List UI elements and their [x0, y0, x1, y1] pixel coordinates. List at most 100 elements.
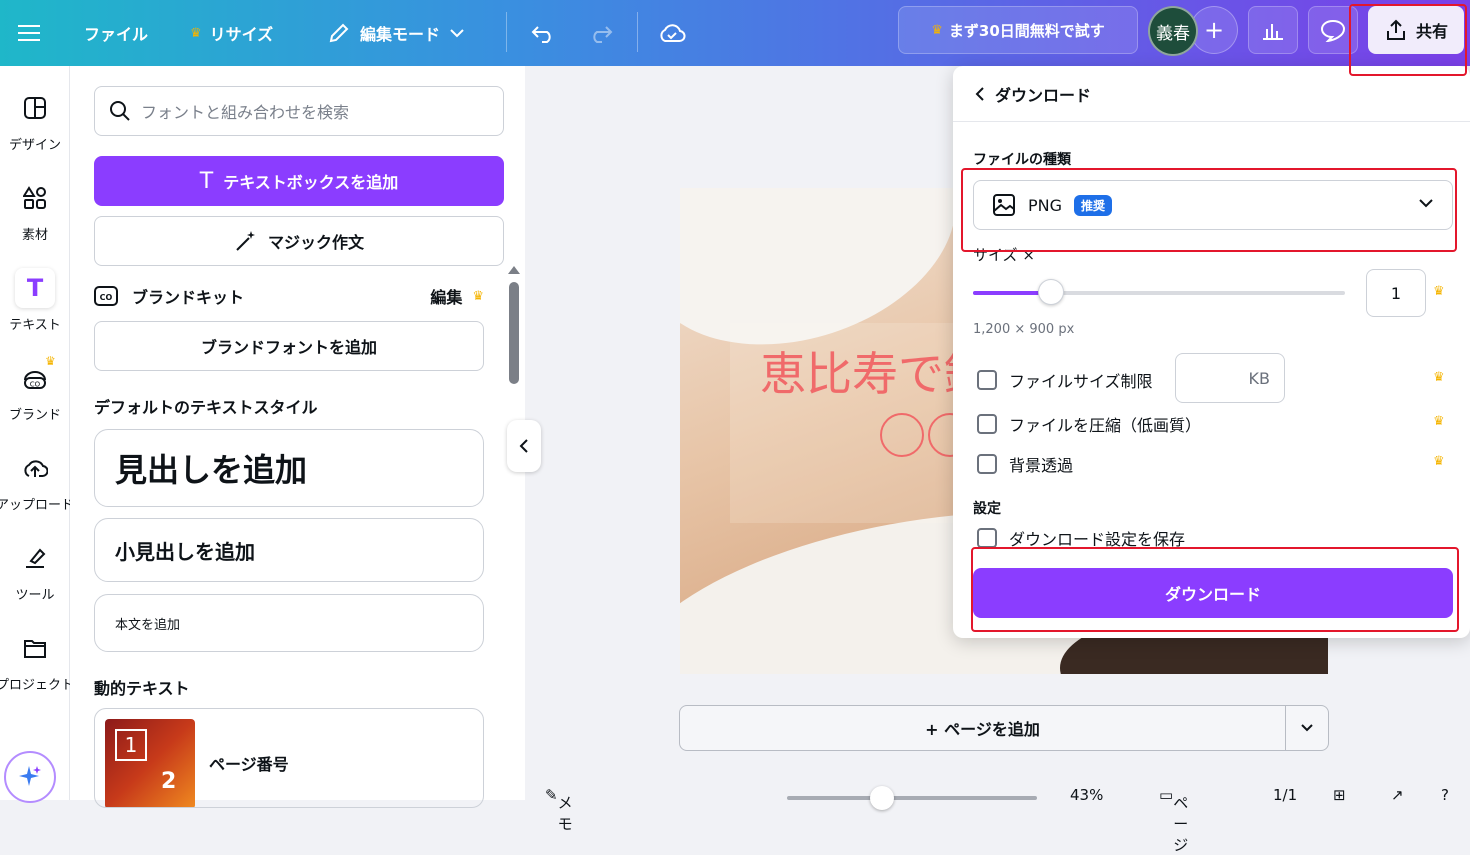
rail-item-elements[interactable]: 素材: [0, 178, 70, 243]
file-size-limit-option[interactable]: ファイルサイズ制限: [977, 368, 1153, 392]
help-icon[interactable]: ?: [1441, 786, 1449, 804]
size-slider-thumb[interactable]: [1038, 279, 1065, 305]
file-type-label: ファイルの種類: [973, 152, 1071, 168]
zoom-slider[interactable]: [787, 796, 1037, 800]
page-number-card[interactable]: 1 2 ページ番号: [94, 708, 484, 808]
dynamic-text-title: 動的テキスト: [94, 679, 190, 698]
brand-kit-icon: CO: [94, 286, 118, 306]
bar-chart-icon: [1263, 24, 1283, 40]
scroll-up-arrow[interactable]: [508, 266, 520, 274]
comments-button[interactable]: [1308, 6, 1358, 54]
size-slider[interactable]: [973, 291, 1345, 295]
magic-write-button[interactable]: マジック作文: [94, 216, 504, 266]
crown-icon: ♛: [1433, 370, 1445, 385]
add-page-button[interactable]: + ページを追加: [680, 706, 1286, 750]
rail-item-text[interactable]: T テキスト: [0, 268, 70, 333]
download-popover: ダウンロード ファイルの種類 PNG 推奨 サイズ × 1 ♛ 1,200 × …: [953, 66, 1470, 638]
crown-icon: ♛: [1433, 414, 1445, 429]
free-trial-button[interactable]: ♛ まず30日間無料で試す: [898, 6, 1138, 54]
text-t-icon: T: [199, 168, 214, 194]
rail-item-tools[interactable]: ツール: [0, 538, 70, 603]
footer-bar: ✎ メモ 43% ▭ ページ 1/1 ⊞ ↗ ?: [525, 780, 1470, 854]
grid-view-icon[interactable]: ⊞: [1333, 786, 1346, 804]
recommended-badge: 推奨: [1074, 194, 1113, 216]
add-heading-button[interactable]: 見出しを追加: [94, 429, 484, 507]
panel-scrollbar[interactable]: [509, 282, 519, 384]
add-page-bar: + ページを追加: [679, 705, 1329, 751]
file-size-limit-input[interactable]: KB: [1175, 353, 1285, 403]
default-styles-title: デフォルトのテキストスタイル: [94, 398, 318, 417]
brand-kit-row: CO ブランドキット 編集 ♛: [94, 284, 484, 308]
compress-checkbox[interactable]: [977, 414, 997, 434]
brand-edit-link[interactable]: 編集: [430, 284, 462, 308]
page-number-thumbnail: 1 2: [105, 719, 195, 807]
file-size-limit-checkbox[interactable]: [977, 370, 997, 390]
chevron-left-icon: [975, 86, 984, 101]
download-button[interactable]: ダウンロード: [973, 568, 1453, 618]
svg-text:CO: CO: [30, 381, 41, 389]
menu-icon[interactable]: [18, 0, 40, 66]
top-bar: ファイル ♛ リサイズ 編集モード ♛ まず30日間無料で試す + 義春 共有: [0, 0, 1470, 66]
size-label: サイズ ×: [973, 246, 1035, 264]
page-count: 1/1: [1273, 786, 1298, 804]
file-menu[interactable]: ファイル: [84, 0, 148, 66]
add-subheading-button[interactable]: 小見出しを追加: [94, 518, 484, 582]
text-icon: T: [15, 268, 55, 308]
brand-icon: CO ♛: [15, 354, 56, 398]
chevron-down-icon: [450, 29, 464, 38]
svg-text:CO: CO: [100, 293, 113, 302]
rail-item-uploads[interactable]: アップロード: [0, 448, 74, 513]
zoom-slider-thumb[interactable]: [870, 786, 894, 810]
folder-icon: [15, 628, 55, 668]
save-settings-checkbox[interactable]: [977, 528, 997, 548]
chevron-left-icon: [519, 439, 528, 453]
rail-item-projects[interactable]: プロジェクト: [0, 628, 74, 693]
rail-item-design[interactable]: デザイン: [0, 88, 70, 153]
edit-mode-button[interactable]: 編集モード: [328, 0, 464, 66]
undo-icon[interactable]: [530, 0, 556, 66]
comment-icon: [1320, 19, 1346, 42]
save-settings-option[interactable]: ダウンロード設定を保存: [977, 526, 1185, 550]
crown-icon: ♛: [190, 25, 202, 41]
cloud-saved-icon[interactable]: [658, 0, 686, 66]
rail-item-brand[interactable]: CO ♛ ブランド: [0, 354, 70, 423]
crown-icon: ♛: [931, 22, 943, 38]
crown-icon: ♛: [45, 354, 56, 368]
add-textbox-button[interactable]: T テキストボックスを追加: [94, 156, 504, 206]
draw-tool-icon: [15, 538, 55, 578]
compress-option[interactable]: ファイルを圧縮（低画質）: [977, 412, 1201, 436]
divider: [506, 12, 507, 52]
image-icon: [993, 194, 1015, 216]
settings-label: 設定: [973, 501, 1001, 517]
pages-button[interactable]: ▭ ページ: [1159, 786, 1188, 854]
file-type-select[interactable]: PNG 推奨: [973, 180, 1453, 230]
magic-assistant-button[interactable]: [4, 751, 56, 803]
search-icon: [110, 101, 130, 121]
size-input[interactable]: 1: [1366, 269, 1426, 317]
left-rail: デザイン 素材 T テキスト CO ♛ ブランド アップロード ツール プロジェ…: [0, 66, 74, 803]
zoom-value[interactable]: 43%: [1070, 786, 1103, 804]
divider: [637, 12, 638, 52]
add-body-text-button[interactable]: 本文を追加: [94, 594, 484, 652]
notes-button[interactable]: ✎ メモ: [545, 786, 573, 833]
add-brand-font-button[interactable]: ブランドフォントを追加: [94, 321, 484, 371]
pencil-icon: [329, 23, 349, 43]
dimensions-text: 1,200 × 900 px: [973, 322, 1075, 337]
add-page-options-button[interactable]: [1286, 706, 1328, 750]
resize-button[interactable]: ♛ リサイズ: [190, 0, 273, 66]
transparent-background-checkbox[interactable]: [977, 454, 997, 474]
crown-icon: ♛: [1433, 284, 1445, 299]
transparent-background-option[interactable]: 背景透過: [977, 452, 1073, 476]
avatar[interactable]: 義春: [1148, 6, 1198, 56]
circle-mark: [880, 413, 924, 457]
fullscreen-icon[interactable]: ↗: [1391, 786, 1404, 804]
download-back-button[interactable]: ダウンロード: [953, 66, 1470, 122]
chevron-down-icon: [1301, 724, 1313, 732]
crown-icon: ♛: [1433, 454, 1445, 469]
collapse-panel-button[interactable]: [507, 420, 541, 472]
share-button[interactable]: 共有: [1368, 6, 1464, 54]
redo-icon[interactable]: [588, 0, 614, 66]
insights-button[interactable]: [1248, 6, 1298, 54]
cloud-upload-icon: [15, 448, 55, 488]
font-search-input[interactable]: フォントと組み合わせを検索: [94, 86, 504, 136]
